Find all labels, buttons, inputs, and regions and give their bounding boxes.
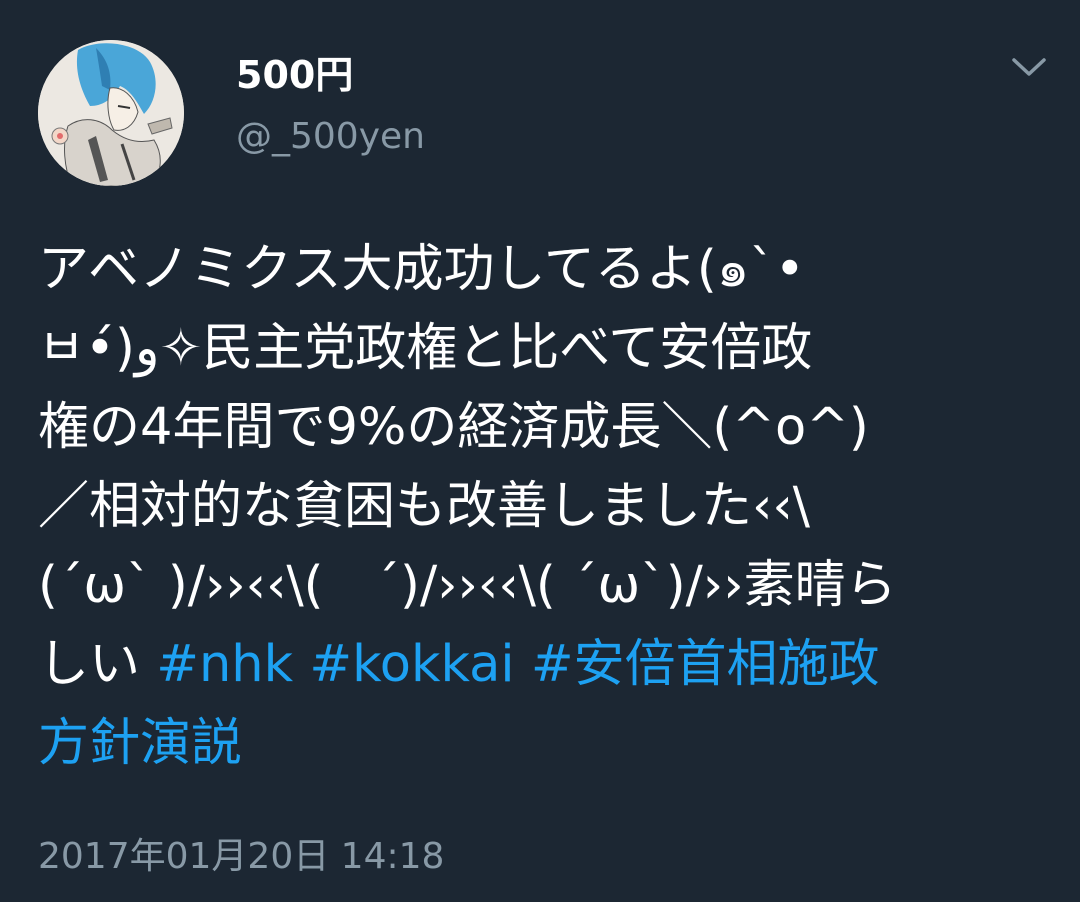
display-name[interactable]: 500円 [236,52,353,98]
tweet-text-line: ㅂ•́)و✧民主党政権と比べて安倍政 [38,319,813,378]
tweet-text-line: 方針演説 [38,704,1050,783]
avatar[interactable] [38,40,184,186]
tweet-text-fragment: しい [38,635,157,694]
tweet-text-line: ／相対的な貧困も改善しました‹‹\ [38,477,810,536]
tweet-card: 500円 @_500yen アベノミクス大成功してるよ(๑`• ㅂ•́)و✧民主… [0,0,1080,902]
anime-avatar-icon [38,40,184,186]
tweet-text: アベノミクス大成功してるよ(๑`• ㅂ•́)و✧民主党政権と比べて安倍政 権の4… [38,230,1050,783]
hashtag-abe-policy-speech[interactable]: #安倍首相施政 [531,635,880,694]
tweet-timestamp: 2017年01月20日 14:18 [38,836,445,877]
hashtag-kokkai[interactable]: #kokkai [309,635,514,694]
tweet-text-line: (´ω` )/››‹‹\( ´)/››‹‹\( ´ω`)/››素晴ら [38,556,897,615]
tweet-text-line: しい #nhk #kokkai #安倍首相施政 [38,625,1050,704]
tweet-text-line: アベノミクス大成功してるよ(๑`• [38,240,805,299]
hashtag-nhk[interactable]: #nhk [156,635,293,694]
tweet-text-line: 権の4年間で9%の経済成長＼(^o^) [38,398,869,457]
user-handle[interactable]: @_500yen [236,114,425,160]
hashtag-abe-policy-speech-cont[interactable]: 方針演説 [38,714,242,773]
chevron-down-icon[interactable] [1008,52,1050,82]
